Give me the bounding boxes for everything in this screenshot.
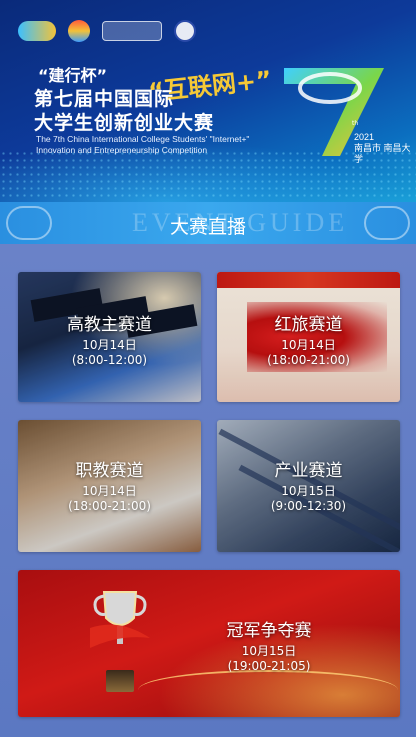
banner-title-line2: 大学生创新创业大赛 <box>34 112 215 134</box>
competition-banner: “建行杯” “互联网+” 第七届中国国际 大学生创新创业大赛 The 7th C… <box>0 0 416 202</box>
ordinal-suffix: th <box>352 120 359 127</box>
subtitle-en-line2: Innovation and Entrepreneurship Competit… <box>36 145 208 155</box>
track-name: 产业赛道 <box>274 461 343 481</box>
track-time: (9:00-12:30) <box>270 499 347 513</box>
track-time: (8:00-12:00) <box>71 353 148 367</box>
banner-title-line1: 第七届中国国际 <box>34 88 175 110</box>
track-time: (18:00-21:00) <box>68 499 151 513</box>
live-header: EVENT GUIDE 大赛直播 <box>0 202 416 244</box>
cloud-ornament-icon <box>364 206 410 240</box>
banner-year-box: 2021 南昌市 南昌大学 <box>354 132 416 165</box>
banner-subtitle-en: The 7th China International College Stud… <box>36 134 249 156</box>
track-name: 红旅赛道 <box>274 315 343 335</box>
track-name: 职教赛道 <box>75 461 144 481</box>
track-date: 10月15日 <box>281 484 336 498</box>
sponsor-logos <box>18 20 196 42</box>
track-card-red-journey[interactable]: 红旅赛道 10月14日 (18:00-21:00) <box>217 272 400 402</box>
flame-logo-icon <box>68 20 90 42</box>
live-title: 大赛直播 <box>169 216 246 238</box>
track-card-vocational[interactable]: 职教赛道 10月14日 (18:00-21:00) <box>18 420 201 552</box>
track-date: 10月15日 <box>241 644 297 658</box>
track-time: (18:00-21:00) <box>267 353 350 367</box>
track-name: 高教主赛道 <box>67 315 152 335</box>
university-seal-icon <box>174 20 196 42</box>
card-overlay <box>18 272 201 402</box>
track-time: (19:00-21:05) <box>227 659 311 673</box>
track-card-championship[interactable]: 冠军争夺赛 10月15日 (19:00-21:05) <box>18 570 400 717</box>
subtitle-en-line1: The 7th China International College Stud… <box>36 134 250 144</box>
track-card-higher-education[interactable]: 高教主赛道 10月14日 (8:00-12:00) <box>18 272 201 402</box>
track-card-industry[interactable]: 产业赛道 10月15日 (9:00-12:30) <box>217 420 400 552</box>
banner-year: 2021 <box>354 132 375 142</box>
track-date: 10月14日 <box>281 338 336 352</box>
card-overlay <box>217 272 400 402</box>
gold-swoosh <box>138 670 398 710</box>
track-date: 10月14日 <box>82 484 137 498</box>
track-name: 冠军争夺赛 <box>226 621 312 641</box>
ccb-logo-icon <box>102 21 162 41</box>
banner-host: 南昌市 南昌大学 <box>354 143 411 164</box>
competition-logo-icon <box>18 21 56 41</box>
cup-name: “建行杯” <box>38 66 108 85</box>
track-date: 10月14日 <box>82 338 137 352</box>
